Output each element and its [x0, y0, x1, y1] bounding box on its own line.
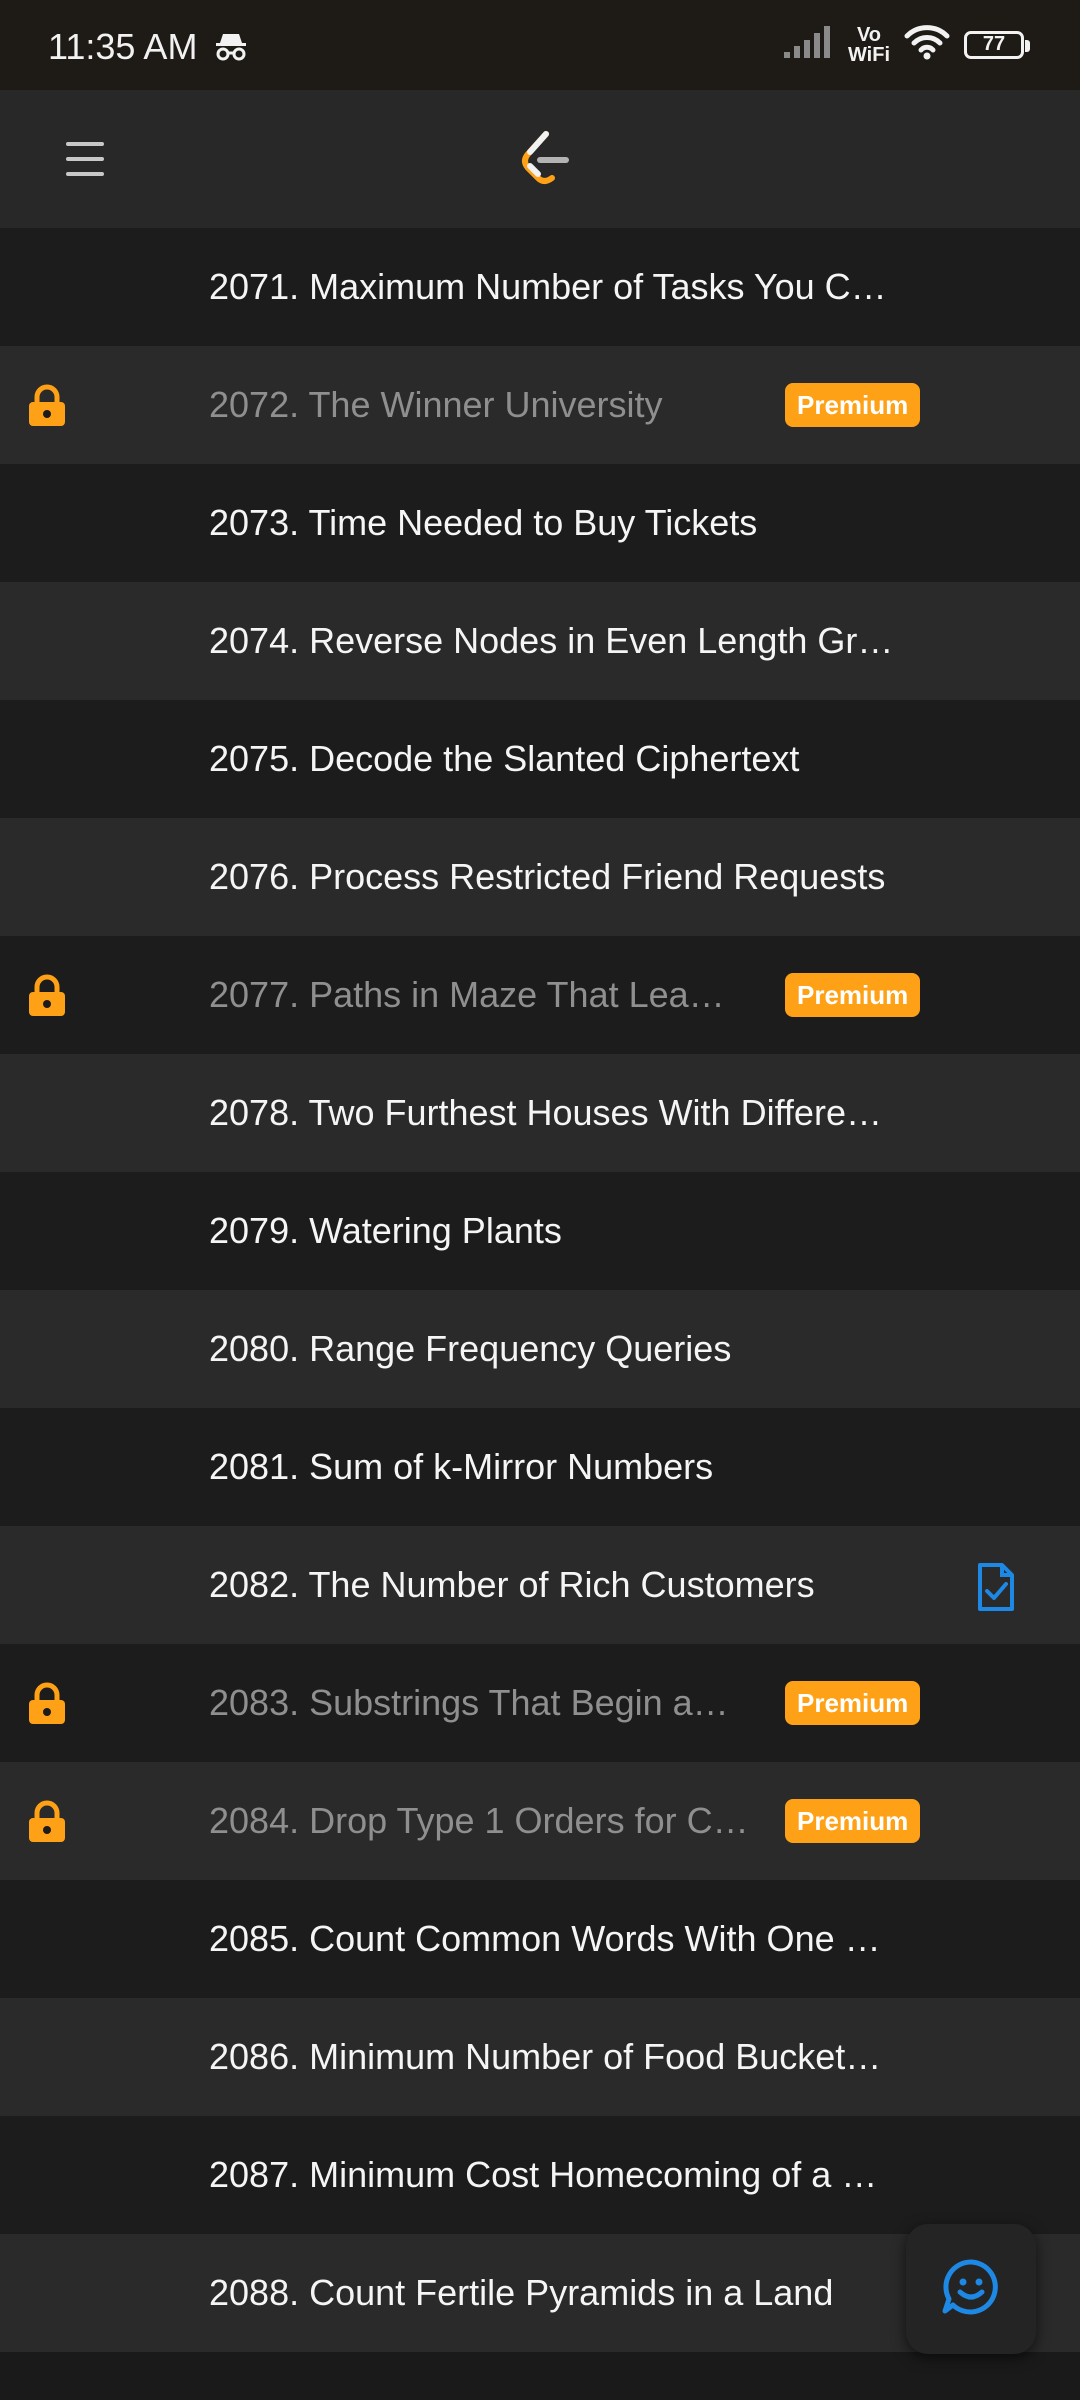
problem-title: 2072. The Winner University	[209, 384, 663, 425]
vowifi-label: Vo WiFi	[848, 25, 890, 65]
problem-row[interactable]: 2085. Count Common Words With One …	[0, 1880, 1080, 1998]
problem-row[interactable]: 2083. Substrings That Begin a… Premium	[0, 1644, 1080, 1762]
lock-icon	[26, 974, 68, 1018]
problem-row[interactable]: 2082. The Number of Rich Customers	[0, 1526, 1080, 1644]
lock-icon	[26, 384, 68, 428]
status-time: 11:35 AM	[48, 26, 198, 67]
problem-title: 2081. Sum of k-Mirror Numbers	[209, 1446, 714, 1487]
problem-title: 2084. Drop Type 1 Orders for C…	[209, 1800, 749, 1841]
problem-list: 2071. Maximum Number of Tasks You C… 2072…	[0, 228, 1080, 2352]
incognito-icon	[214, 30, 248, 67]
feedback-smiley-icon	[941, 2257, 1001, 2322]
problem-title: 2075. Decode the Slanted Ciphertext	[209, 738, 800, 779]
problem-row[interactable]: 2075. Decode the Slanted Ciphertext	[0, 700, 1080, 818]
premium-badge: Premium	[785, 1681, 921, 1725]
app-header	[0, 90, 1080, 228]
problem-row[interactable]: 2084. Drop Type 1 Orders for C… Premium	[0, 1762, 1080, 1880]
problem-title: 2074. Reverse Nodes in Even Length Gr…	[209, 620, 894, 661]
problem-title: 2088. Count Fertile Pyramids in a Land	[209, 2272, 834, 2313]
problem-title: 2071. Maximum Number of Tasks You C…	[209, 266, 887, 307]
problem-row[interactable]: 2087. Minimum Cost Homecoming of a …	[0, 2116, 1080, 2234]
premium-badge: Premium	[785, 383, 921, 427]
problem-row[interactable]: 2073. Time Needed to Buy Tickets	[0, 464, 1080, 582]
problem-title: 2086. Minimum Number of Food Bucket…	[209, 2036, 882, 2077]
problem-title: 2076. Process Restricted Friend Requests	[209, 856, 886, 897]
problem-row[interactable]: 2077. Paths in Maze That Lea… Premium	[0, 936, 1080, 1054]
problem-title: 2085. Count Common Words With One …	[209, 1918, 881, 1959]
premium-badge: Premium	[785, 973, 921, 1017]
signal-icon	[782, 24, 834, 65]
problem-title: 2079. Watering Plants	[209, 1210, 562, 1251]
problem-row[interactable]: 2079. Watering Plants	[0, 1172, 1080, 1290]
battery-icon: 77	[964, 30, 1030, 59]
solution-document-icon[interactable]	[972, 1562, 1020, 1617]
wifi-icon	[904, 24, 950, 65]
wifi-text: WiFi	[847, 43, 890, 66]
problem-row[interactable]: 2071. Maximum Number of Tasks You C…	[0, 228, 1080, 346]
lock-icon	[26, 1800, 68, 1844]
problem-row[interactable]: 2074. Reverse Nodes in Even Length Gr…	[0, 582, 1080, 700]
problem-title: 2078. Two Furthest Houses With Differe…	[209, 1092, 882, 1133]
problem-title: 2083. Substrings That Begin a…	[209, 1682, 729, 1723]
problem-row[interactable]: 2086. Minimum Number of Food Bucket…	[0, 1998, 1080, 2116]
problem-row[interactable]: 2076. Process Restricted Friend Requests	[0, 818, 1080, 936]
problem-title: 2073. Time Needed to Buy Tickets	[209, 502, 758, 543]
vo-text: Vo	[856, 23, 882, 46]
status-indicators: Vo WiFi 77	[782, 24, 1030, 65]
hamburger-menu-icon[interactable]	[66, 142, 104, 176]
problem-title: 2077. Paths in Maze That Lea…	[209, 974, 725, 1015]
feedback-button[interactable]	[906, 2224, 1036, 2354]
problem-row[interactable]: 2072. The Winner University Premium	[0, 346, 1080, 464]
status-bar: 11:35 AM Vo WiFi 77	[0, 0, 1080, 90]
problem-title: 2082. The Number of Rich Customers	[209, 1564, 815, 1605]
problem-row[interactable]: 2080. Range Frequency Queries	[0, 1290, 1080, 1408]
problem-title: 2087. Minimum Cost Homecoming of a …	[209, 2154, 878, 2195]
problem-row[interactable]: 2081. Sum of k-Mirror Numbers	[0, 1408, 1080, 1526]
lock-icon	[26, 1682, 68, 1726]
problem-row[interactable]: 2078. Two Furthest Houses With Differe…	[0, 1054, 1080, 1172]
leetcode-logo-icon[interactable]	[516, 130, 572, 195]
problem-title: 2080. Range Frequency Queries	[209, 1328, 732, 1369]
premium-badge: Premium	[785, 1799, 921, 1843]
